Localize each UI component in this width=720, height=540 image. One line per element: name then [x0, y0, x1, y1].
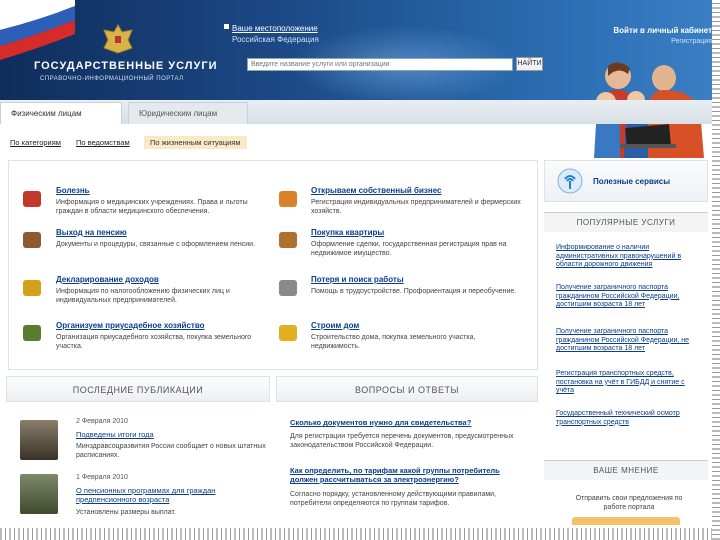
popular-link[interactable]: Информирование о наличии административны…	[556, 244, 702, 270]
service-house-link[interactable]: Строим дом	[311, 321, 359, 330]
quick-services-label[interactable]: Полезные сервисы	[593, 177, 670, 186]
publication-link[interactable]: Подведены итоги года	[76, 430, 266, 439]
service-income-link[interactable]: Декларирование доходов	[56, 275, 159, 284]
search-input[interactable]	[247, 58, 513, 71]
coins-icon	[23, 280, 41, 296]
service-business-link[interactable]: Открываем собственный бизнес	[311, 186, 442, 195]
job-icon	[279, 280, 297, 296]
logo-title: ГОСУДАРСТВЕННЫЕ УСЛУГИ	[34, 60, 218, 72]
location-label[interactable]: Ваше местоположение	[232, 24, 319, 33]
service-farm-link[interactable]: Организуем приусадебное хозяйство	[56, 321, 205, 330]
service-job-desc: Помощь в трудоустройстве. Профориентация…	[311, 288, 517, 295]
location-value: Российская Федерация	[232, 35, 319, 44]
tab-legal-entities[interactable]: Юридическим лицам	[128, 102, 248, 124]
publications-heading: ПОСЛЕДНИЕ ПУБЛИКАЦИИ	[6, 376, 270, 402]
qa-answer: Для регистрации требуется перечень докум…	[290, 433, 514, 449]
opinion-button[interactable]	[572, 517, 680, 525]
service-income-desc: Информация по налогообложению физических…	[56, 288, 230, 304]
quick-services-box[interactable]: Полезные сервисы	[544, 160, 708, 202]
qa-question-link[interactable]: Сколько документов нужно для свидетельст…	[290, 418, 520, 427]
service-job-link[interactable]: Потеря и поиск работы	[311, 275, 404, 284]
search-button[interactable]: НАЙТИ	[516, 57, 543, 71]
apartment-icon	[279, 232, 297, 248]
publication-date: 1 Февраля 2010	[76, 474, 128, 481]
service-illness-desc: Информация о медицинских учреждениях. Пр…	[56, 199, 248, 215]
health-icon	[23, 191, 41, 207]
publication-thumbnail	[20, 474, 58, 514]
filmstrip-border-right	[712, 0, 720, 540]
opinion-text: Отправить свои предложения по работе пор…	[575, 495, 683, 511]
business-icon	[279, 191, 297, 207]
location-selector[interactable]: Ваше местоположение Российская Федерация	[224, 24, 319, 44]
popular-link[interactable]: Государственный технический осмотр транс…	[556, 410, 702, 427]
publication-desc: Установлены размеры выплат.	[76, 509, 176, 516]
satellite-icon	[557, 168, 583, 194]
service-farm-desc: Организация приусадебного хозяйства, пок…	[56, 334, 252, 350]
qa-heading: ВОПРОСЫ И ОТВЕТЫ	[276, 376, 538, 402]
popular-link[interactable]: Регистрация транспортных средств, постан…	[556, 370, 702, 396]
qa-answer: Согласно порядку, установленному действу…	[290, 491, 497, 507]
register-link[interactable]: Регистрация	[613, 38, 712, 45]
subnav-by-department[interactable]: По ведомствам	[76, 138, 130, 147]
sidebar: Полезные сервисы ПОПУЛЯРНЫЕ УСЛУГИ Инфор…	[544, 160, 708, 540]
farm-icon	[23, 325, 41, 341]
login-area: Войти в личный кабинет Регистрация	[613, 26, 712, 45]
publication-desc: Минздравсоцразвития России сообщает о но…	[76, 443, 266, 459]
subnav-by-category[interactable]: По категориям	[10, 138, 61, 147]
bottom-section: ПОСЛЕДНИЕ ПУБЛИКАЦИИ ВОПРОСЫ И ОТВЕТЫ 2 …	[0, 376, 538, 540]
service-house-desc: Строительство дома, покупка земельного у…	[311, 334, 476, 350]
life-situations-panel: Болезнь Информация о медицинских учрежде…	[8, 160, 538, 370]
service-pension-desc: Документы и процедуры, связанные с оформ…	[56, 241, 255, 248]
page: ГОСУДАРСТВЕННЫЕ УСЛУГИ СПРАВОЧНО-ИНФОРМА…	[0, 0, 720, 540]
pension-icon	[23, 232, 41, 248]
service-business-desc: Регистрация индивидуальных предпринимате…	[311, 199, 521, 215]
service-illness-link[interactable]: Болезнь	[56, 186, 90, 195]
service-apartment-link[interactable]: Покупка квартиры	[311, 228, 384, 237]
filmstrip-border	[0, 528, 720, 540]
popular-link[interactable]: Получение заграничного паспорта граждани…	[556, 328, 702, 354]
eagle-emblem-icon	[103, 23, 133, 54]
publication-thumbnail	[20, 420, 58, 460]
opinion-heading: ВАШЕ МНЕНИЕ	[544, 460, 708, 480]
publication-link[interactable]: О пенсионных программах для граждан пред…	[76, 486, 266, 504]
qa-question-link[interactable]: Как определить, по тарифам какой группы …	[290, 466, 520, 484]
location-pin-icon	[224, 24, 229, 29]
flag-icon	[0, 0, 75, 60]
publication-date: 2 Февраля 2010	[76, 418, 128, 425]
logo-subtitle: СПРАВОЧНО-ИНФОРМАЦИОННЫЙ ПОРТАЛ	[40, 76, 184, 82]
service-apartment-desc: Оформление сделки, государственная регис…	[311, 241, 507, 257]
construction-icon	[279, 325, 297, 341]
subnav-by-situation[interactable]: По жизненным ситуациям	[144, 136, 247, 149]
tab-individuals[interactable]: Физическим лицам	[0, 102, 122, 124]
popular-link[interactable]: Получение заграничного паспорта граждани…	[556, 284, 702, 310]
popular-services-heading: ПОПУЛЯРНЫЕ УСЛУГИ	[544, 212, 708, 232]
login-link[interactable]: Войти в личный кабинет	[613, 26, 712, 35]
service-pension-link[interactable]: Выход на пенсию	[56, 228, 127, 237]
audience-tabs: Физическим лицам Юридическим лицам	[0, 100, 720, 124]
